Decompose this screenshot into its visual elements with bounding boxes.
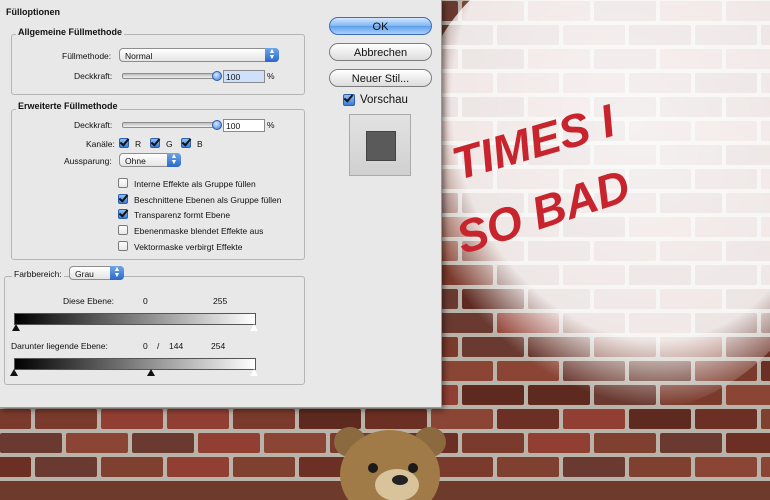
channel-b-label: B [197,139,203,149]
advanced-opacity-slider[interactable] [122,120,222,130]
option-label-clipped-layers: Beschnittene Ebenen als Gruppe füllen [134,195,282,205]
new-style-button[interactable]: Neuer Stil... [329,69,432,87]
channel-g-checkbox[interactable] [150,138,160,148]
advanced-blending-title: Erweiterte Füllmethode [16,101,120,111]
option-checkbox-clipped-layers[interactable] [118,194,128,204]
advanced-opacity-label: Deckkraft: [74,120,113,130]
general-opacity-percent: % [267,71,275,81]
updown-arrow-icon: ▲ ▼ [265,48,279,62]
advanced-opacity-input[interactable]: 100 [223,119,265,132]
this-layer-black-slider[interactable] [12,324,20,331]
channel-r-label: R [135,139,142,149]
underlying-layer-max: 254 [211,341,226,351]
underlying-layer-split: 144 [169,341,184,351]
this-layer-min: 0 [143,296,148,306]
option-label-layer-mask: Ebenenmaske blendet Effekte aus [134,226,264,236]
knockout-select[interactable]: Ohne ▲ ▼ [119,153,181,167]
blending-options-dialog: Fülloptionen Allgemeine Füllmethode Füll… [0,0,442,408]
blend-if-value: Grau [75,269,94,279]
channel-g-label: G [166,139,173,149]
underlying-layer-black-slider-left[interactable] [10,369,18,376]
this-layer-label: Diese Ebene: [63,296,115,306]
underlying-layer-white-slider[interactable] [249,368,259,377]
dialog-title: Fülloptionen [4,7,62,17]
option-label-vector-mask: Vektormaske verbirgt Effekte [134,242,243,252]
general-opacity-slider-knob[interactable] [212,71,222,81]
blend-if-select[interactable]: Grau ▲ ▼ [69,266,124,280]
underlying-layer-separator: / [157,341,160,351]
fill-method-value: Normal [125,51,153,61]
ok-button[interactable]: OK [329,17,432,35]
updown-arrow-icon: ▲ ▼ [167,153,181,167]
general-opacity-input[interactable]: 100 [223,70,265,83]
advanced-opacity-percent: % [267,120,275,130]
general-blending-title: Allgemeine Füllmethode [16,27,125,37]
option-label-internal-effects: Interne Effekte als Gruppe füllen [134,179,256,189]
underlying-layer-min: 0 [143,341,148,351]
this-layer-max: 255 [213,296,228,306]
option-checkbox-internal-effects[interactable] [118,178,128,188]
preview-swatch-frame [349,114,411,176]
channel-b-checkbox[interactable] [181,138,191,148]
fill-method-select[interactable]: Normal ▲ ▼ [119,48,279,62]
blend-if-label: Farbbereich: [12,269,64,279]
channel-r-checkbox[interactable] [119,138,129,148]
underlying-layer-black-slider-right[interactable] [147,369,155,376]
cancel-button[interactable]: Abbrechen [329,43,432,61]
option-checkbox-layer-mask[interactable] [118,225,128,235]
option-checkbox-vector-mask[interactable] [118,241,128,251]
option-label-transparency-shapes: Transparenz formt Ebene [134,210,231,220]
general-opacity-label: Deckkraft: [74,71,113,81]
updown-arrow-icon: ▲ ▼ [110,266,124,280]
channels-label: Kanäle: [86,139,115,149]
underlying-layer-gradient [14,358,256,370]
general-opacity-slider[interactable] [122,71,222,81]
general-blending-group [11,34,305,95]
fill-method-label: Füllmethode: [62,51,112,61]
this-layer-white-slider[interactable] [249,323,259,332]
preview-checkbox[interactable] [343,94,355,106]
option-checkbox-transparency-shapes[interactable] [118,209,128,219]
knockout-value: Ohne [125,156,146,166]
preview-swatch [366,131,396,161]
this-layer-gradient [14,313,256,325]
knockout-label: Aussparung: [64,156,112,166]
preview-label: Vorschau [360,94,408,106]
advanced-opacity-slider-knob[interactable] [212,120,222,130]
teddy-bear-image [334,427,446,500]
underlying-layer-label: Darunter liegende Ebene: [11,341,108,351]
